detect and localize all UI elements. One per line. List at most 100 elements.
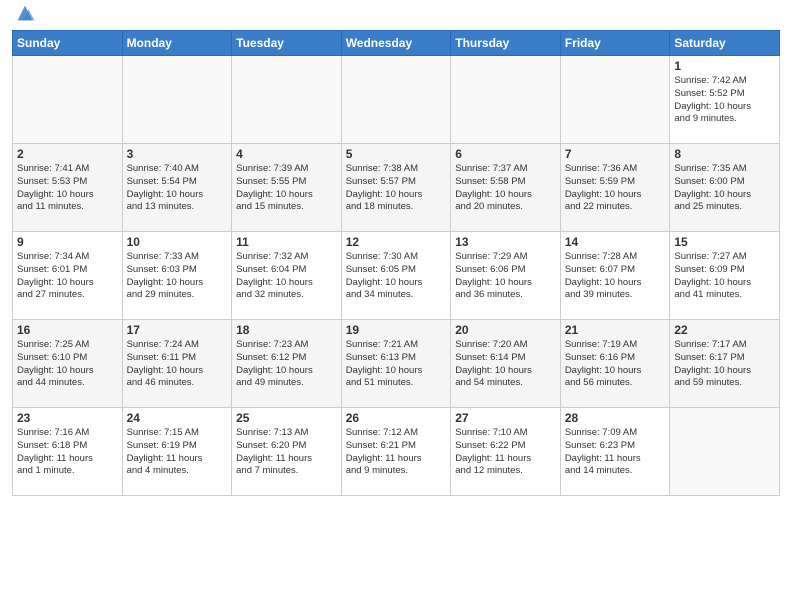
- calendar-cell: [232, 56, 342, 144]
- day-info: Sunrise: 7:37 AM Sunset: 5:58 PM Dayligh…: [455, 163, 556, 214]
- calendar-cell: 22 Sunrise: 7:17 AM Sunset: 6:17 PM Dayli…: [670, 320, 780, 408]
- day-number: 24: [127, 411, 228, 425]
- calendar-cell: 3 Sunrise: 7:40 AM Sunset: 5:54 PM Daylig…: [122, 144, 232, 232]
- day-info: Sunrise: 7:38 AM Sunset: 5:57 PM Dayligh…: [346, 163, 447, 214]
- header: [12, 10, 780, 24]
- day-number: 20: [455, 323, 556, 337]
- day-number: 14: [565, 235, 666, 249]
- weekday-header-tuesday: Tuesday: [232, 31, 342, 56]
- day-info: Sunrise: 7:09 AM Sunset: 6:23 PM Dayligh…: [565, 427, 666, 478]
- weekday-header-monday: Monday: [122, 31, 232, 56]
- day-number: 26: [346, 411, 447, 425]
- calendar-cell: 7Sunrise: 7:36 AM Sunset: 5:59 PM Daylig…: [560, 144, 670, 232]
- weekday-header-sunday: Sunday: [13, 31, 123, 56]
- calendar-cell: [560, 56, 670, 144]
- day-number: 2: [17, 147, 118, 161]
- calendar-cell: 27Sunrise: 7:10 AM Sunset: 6:22 PM Dayli…: [451, 408, 561, 496]
- logo: [12, 10, 36, 24]
- calendar-cell: 9 Sunrise: 7:34 AM Sunset: 6:01 PM Daylig…: [13, 232, 123, 320]
- calendar-cell: 5 Sunrise: 7:38 AM Sunset: 5:57 PM Daylig…: [341, 144, 451, 232]
- calendar-cell: 19 Sunrise: 7:21 AM Sunset: 6:13 PM Dayli…: [341, 320, 451, 408]
- calendar-week-row: 16 Sunrise: 7:25 AM Sunset: 6:10 PM Dayli…: [13, 320, 780, 408]
- calendar-cell: 24 Sunrise: 7:15 AM Sunset: 6:19 PM Dayli…: [122, 408, 232, 496]
- calendar-cell: 15 Sunrise: 7:27 AM Sunset: 6:09 PM Dayli…: [670, 232, 780, 320]
- day-number: 23: [17, 411, 118, 425]
- calendar-cell: 26Sunrise: 7:12 AM Sunset: 6:21 PM Dayli…: [341, 408, 451, 496]
- day-info: Sunrise: 7:34 AM Sunset: 6:01 PM Dayligh…: [17, 251, 118, 302]
- calendar-cell: 21 Sunrise: 7:19 AM Sunset: 6:16 PM Dayli…: [560, 320, 670, 408]
- day-info: Sunrise: 7:21 AM Sunset: 6:13 PM Dayligh…: [346, 339, 447, 390]
- weekday-header-row: SundayMondayTuesdayWednesdayThursdayFrid…: [13, 31, 780, 56]
- day-number: 15: [674, 235, 775, 249]
- day-info: Sunrise: 7:24 AM Sunset: 6:11 PM Dayligh…: [127, 339, 228, 390]
- day-number: 17: [127, 323, 228, 337]
- calendar-cell: [451, 56, 561, 144]
- day-info: Sunrise: 7:28 AM Sunset: 6:07 PM Dayligh…: [565, 251, 666, 302]
- calendar-cell: 6 Sunrise: 7:37 AM Sunset: 5:58 PM Daylig…: [451, 144, 561, 232]
- calendar-cell: 11Sunrise: 7:32 AM Sunset: 6:04 PM Dayli…: [232, 232, 342, 320]
- calendar-week-row: 2 Sunrise: 7:41 AM Sunset: 5:53 PM Daylig…: [13, 144, 780, 232]
- calendar-cell: 1Sunrise: 7:42 AM Sunset: 5:52 PM Daylig…: [670, 56, 780, 144]
- calendar-cell: 12 Sunrise: 7:30 AM Sunset: 6:05 PM Dayli…: [341, 232, 451, 320]
- calendar-cell: [341, 56, 451, 144]
- day-number: 22: [674, 323, 775, 337]
- day-number: 16: [17, 323, 118, 337]
- calendar-cell: 23Sunrise: 7:16 AM Sunset: 6:18 PM Dayli…: [13, 408, 123, 496]
- weekday-header-saturday: Saturday: [670, 31, 780, 56]
- day-info: Sunrise: 7:15 AM Sunset: 6:19 PM Dayligh…: [127, 427, 228, 478]
- day-info: Sunrise: 7:27 AM Sunset: 6:09 PM Dayligh…: [674, 251, 775, 302]
- calendar-week-row: 23Sunrise: 7:16 AM Sunset: 6:18 PM Dayli…: [13, 408, 780, 496]
- day-number: 9: [17, 235, 118, 249]
- calendar-cell: 18 Sunrise: 7:23 AM Sunset: 6:12 PM Dayli…: [232, 320, 342, 408]
- calendar-cell: [13, 56, 123, 144]
- day-number: 6: [455, 147, 556, 161]
- day-info: Sunrise: 7:42 AM Sunset: 5:52 PM Dayligh…: [674, 75, 775, 126]
- day-info: Sunrise: 7:30 AM Sunset: 6:05 PM Dayligh…: [346, 251, 447, 302]
- day-info: Sunrise: 7:36 AM Sunset: 5:59 PM Dayligh…: [565, 163, 666, 214]
- day-number: 18: [236, 323, 337, 337]
- calendar-cell: 8 Sunrise: 7:35 AM Sunset: 6:00 PM Daylig…: [670, 144, 780, 232]
- calendar-body: 1Sunrise: 7:42 AM Sunset: 5:52 PM Daylig…: [13, 56, 780, 496]
- calendar-week-row: 9 Sunrise: 7:34 AM Sunset: 6:01 PM Daylig…: [13, 232, 780, 320]
- day-info: Sunrise: 7:29 AM Sunset: 6:06 PM Dayligh…: [455, 251, 556, 302]
- calendar-cell: [670, 408, 780, 496]
- calendar-cell: 10Sunrise: 7:33 AM Sunset: 6:03 PM Dayli…: [122, 232, 232, 320]
- logo-text: [12, 10, 36, 24]
- day-number: 4: [236, 147, 337, 161]
- day-number: 28: [565, 411, 666, 425]
- day-info: Sunrise: 7:35 AM Sunset: 6:00 PM Dayligh…: [674, 163, 775, 214]
- calendar-week-row: 1Sunrise: 7:42 AM Sunset: 5:52 PM Daylig…: [13, 56, 780, 144]
- calendar-header: SundayMondayTuesdayWednesdayThursdayFrid…: [13, 31, 780, 56]
- day-info: Sunrise: 7:39 AM Sunset: 5:55 PM Dayligh…: [236, 163, 337, 214]
- day-number: 5: [346, 147, 447, 161]
- day-number: 3: [127, 147, 228, 161]
- calendar-cell: 13 Sunrise: 7:29 AM Sunset: 6:06 PM Dayli…: [451, 232, 561, 320]
- calendar-cell: 14 Sunrise: 7:28 AM Sunset: 6:07 PM Dayli…: [560, 232, 670, 320]
- day-info: Sunrise: 7:25 AM Sunset: 6:10 PM Dayligh…: [17, 339, 118, 390]
- day-number: 25: [236, 411, 337, 425]
- calendar-cell: 20Sunrise: 7:20 AM Sunset: 6:14 PM Dayli…: [451, 320, 561, 408]
- day-number: 10: [127, 235, 228, 249]
- day-number: 8: [674, 147, 775, 161]
- calendar-cell: 25Sunrise: 7:13 AM Sunset: 6:20 PM Dayli…: [232, 408, 342, 496]
- day-number: 21: [565, 323, 666, 337]
- day-number: 13: [455, 235, 556, 249]
- calendar-cell: 17 Sunrise: 7:24 AM Sunset: 6:11 PM Dayli…: [122, 320, 232, 408]
- calendar-cell: 4 Sunrise: 7:39 AM Sunset: 5:55 PM Daylig…: [232, 144, 342, 232]
- day-number: 19: [346, 323, 447, 337]
- day-number: 27: [455, 411, 556, 425]
- calendar-cell: 2 Sunrise: 7:41 AM Sunset: 5:53 PM Daylig…: [13, 144, 123, 232]
- day-info: Sunrise: 7:40 AM Sunset: 5:54 PM Dayligh…: [127, 163, 228, 214]
- calendar-cell: [122, 56, 232, 144]
- day-info: Sunrise: 7:19 AM Sunset: 6:16 PM Dayligh…: [565, 339, 666, 390]
- day-info: Sunrise: 7:41 AM Sunset: 5:53 PM Dayligh…: [17, 163, 118, 214]
- day-info: Sunrise: 7:23 AM Sunset: 6:12 PM Dayligh…: [236, 339, 337, 390]
- logo-icon: [14, 2, 36, 24]
- day-number: 12: [346, 235, 447, 249]
- day-number: 11: [236, 235, 337, 249]
- weekday-header-friday: Friday: [560, 31, 670, 56]
- page: SundayMondayTuesdayWednesdayThursdayFrid…: [0, 0, 792, 612]
- weekday-header-thursday: Thursday: [451, 31, 561, 56]
- day-info: Sunrise: 7:17 AM Sunset: 6:17 PM Dayligh…: [674, 339, 775, 390]
- calendar-cell: 16 Sunrise: 7:25 AM Sunset: 6:10 PM Dayli…: [13, 320, 123, 408]
